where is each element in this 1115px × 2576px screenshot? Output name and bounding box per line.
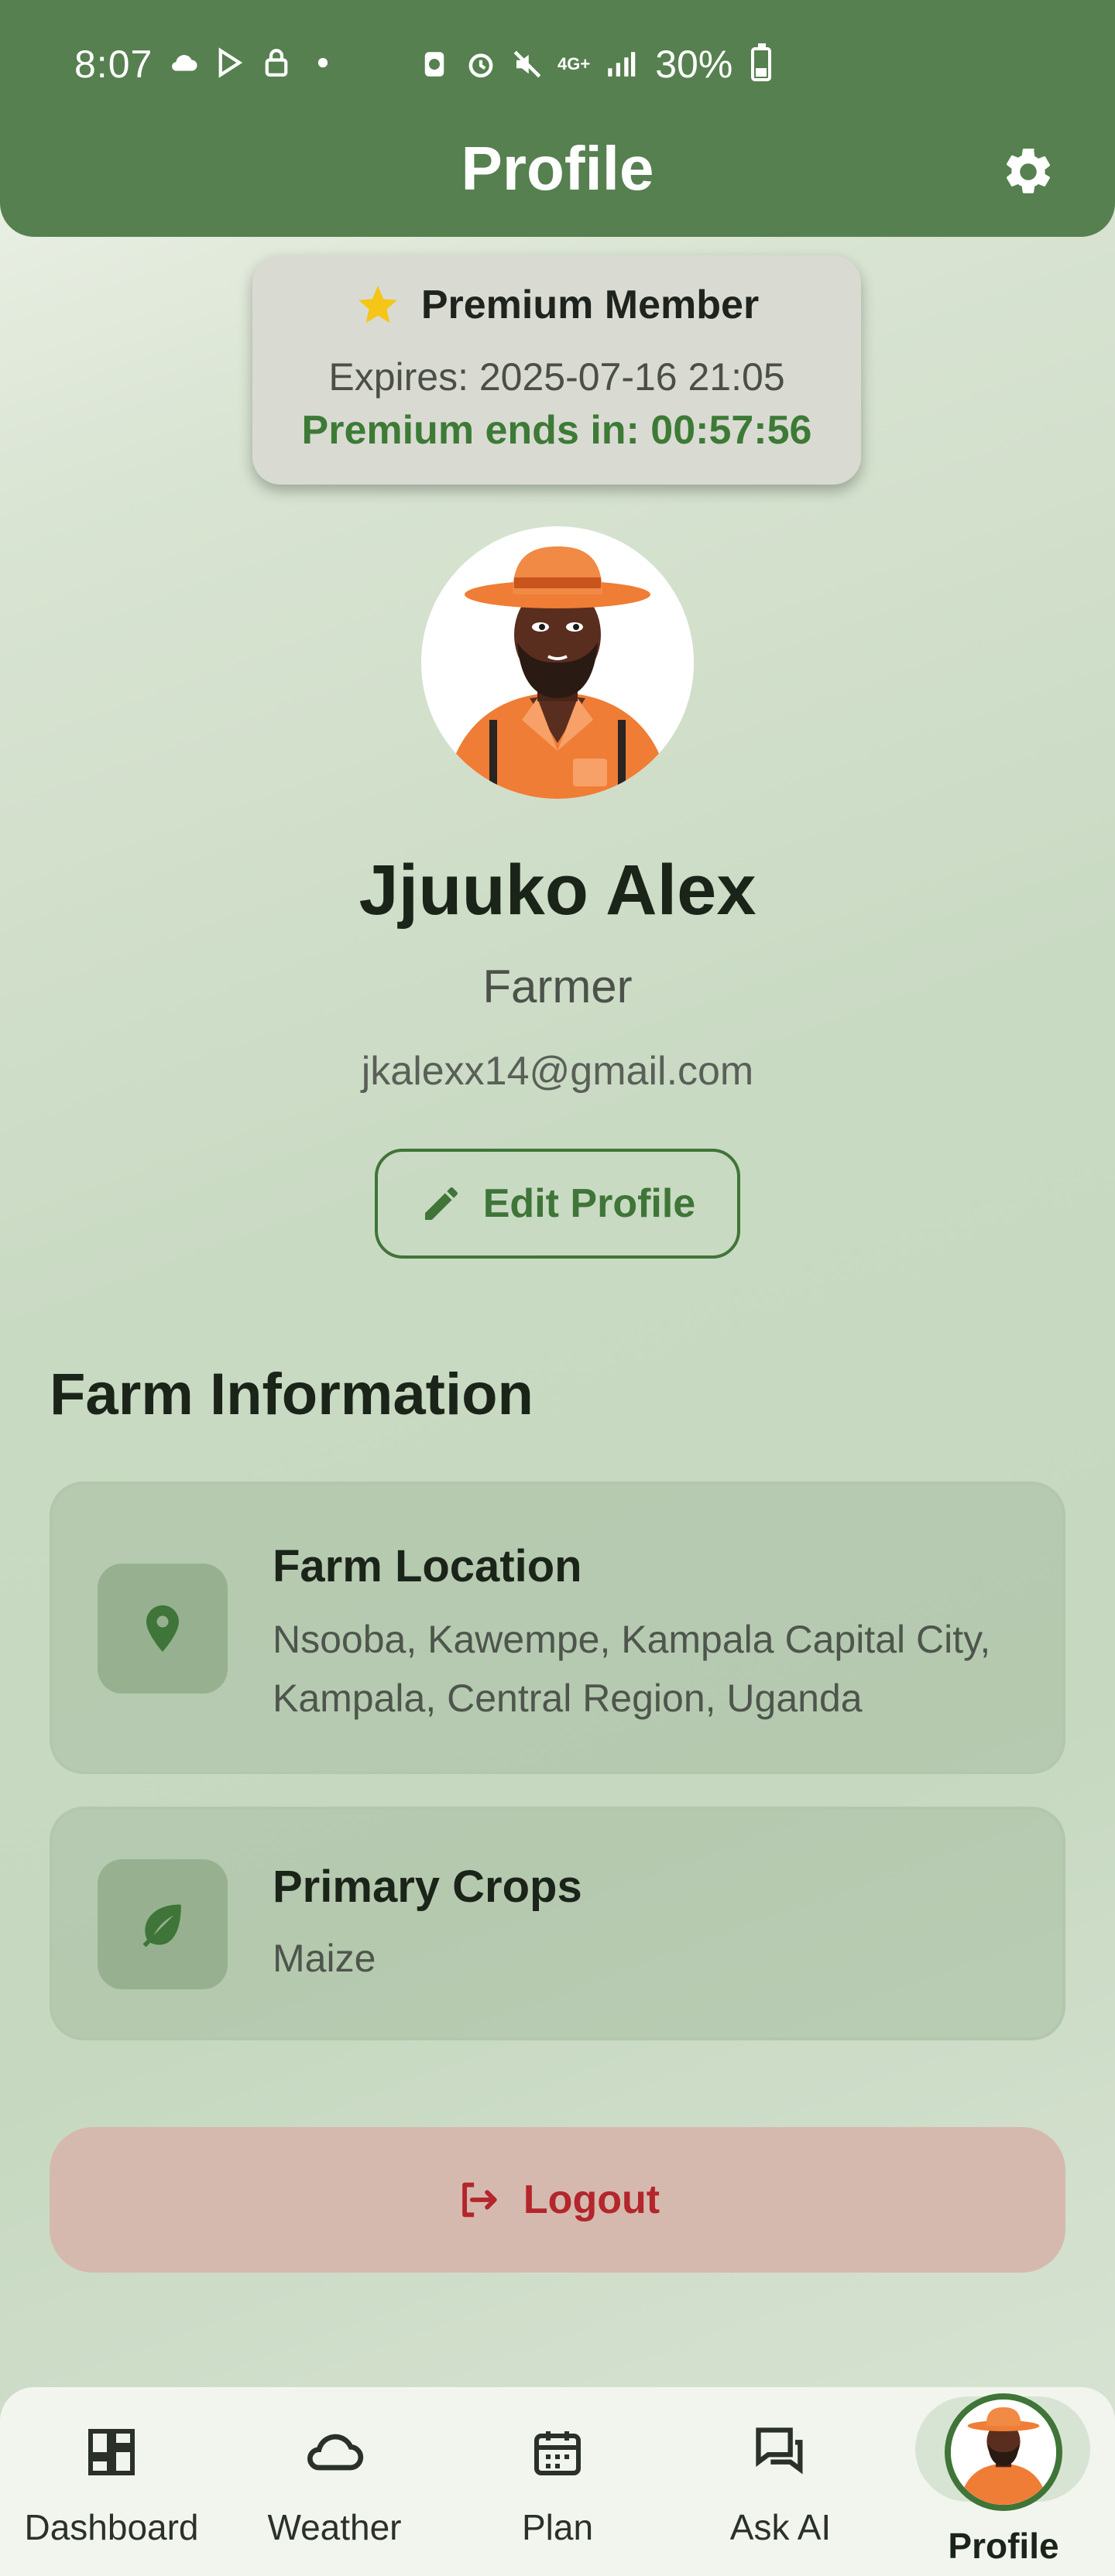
user-email: jkalexx14@gmail.com [361,1049,754,1094]
location-pin-icon [146,1605,179,1652]
star-icon [358,286,397,324]
nav-item-ask-ai[interactable]: Ask AI [669,2387,892,2576]
data-saver-icon [424,52,444,77]
status-right-icons: 4G+ 30% [418,42,772,87]
calendar-icon [527,2421,588,2483]
pencil-icon [424,1187,458,1220]
logout-label: Logout [523,2177,660,2222]
nav-item-plan[interactable]: Plan [446,2387,669,2576]
settings-button[interactable] [999,142,1058,201]
nav-label-ask-ai: Ask AI [729,2507,832,2547]
chat-icon [750,2421,811,2483]
status-bar: 8:07 4G+ 30% [0,0,1115,132]
location-icon-tile [98,1564,228,1694]
primary-crops-title: Primary Crops [273,1862,582,1912]
avatar [951,2400,1056,2505]
farm-location-card[interactable]: Farm Location Nsooba, Kawempe, Kampala C… [50,1482,1065,1774]
nav-item-profile[interactable] [945,2393,1062,2511]
cloud-icon [304,2421,365,2483]
premium-card: Premium Member Expires: 2025-07-16 21:05… [252,255,861,485]
farm-location-title: Farm Location [273,1541,582,1591]
user-name: Jjuuko Alex [359,851,756,930]
dashboard-icon [81,2421,142,2483]
nav-label-profile: Profile [948,2526,1059,2566]
play-store-icon [218,47,243,78]
signal-icon [608,52,636,77]
farm-information-heading: Farm Information [50,1362,533,1427]
profile-avatar[interactable] [421,526,694,799]
edit-profile-label: Edit Profile [482,1181,696,1226]
app-header: 8:07 4G+ 30% Profile [0,0,1115,237]
mute-icon [513,50,541,78]
farmer-avatar-illustration [421,526,694,799]
battery-percent: 30% [655,43,733,86]
status-time: 8:07 [74,43,153,86]
leaf-icon [142,1904,181,1947]
user-role: Farmer [482,961,633,1012]
nav-label-dashboard: Dashboard [24,2507,199,2547]
gear-icon [1006,148,1051,194]
nav-item-dashboard[interactable]: Dashboard [0,2387,223,2576]
primary-crops-card[interactable]: Primary Crops Maize [50,1807,1065,2040]
page-title: Profile [461,134,654,203]
crops-icon-tile [98,1859,228,1989]
battery-icon [751,43,772,81]
weather-notification-icon [172,54,197,71]
logout-button[interactable]: Logout [50,2127,1065,2273]
premium-title: Premium Member [420,283,760,327]
premium-countdown: Premium ends in: 00:57:56 [301,408,812,453]
primary-crops-value: Maize [273,1937,376,1980]
farm-location-value: Nsooba, Kawempe, Kampala Capital City, K… [273,1618,991,1720]
alarm-icon [468,53,493,78]
dot-icon [317,57,328,68]
lock-icon [265,49,288,77]
premium-expiry: Expires: 2025-07-16 21:05 [328,355,785,399]
logout-icon [462,2182,497,2218]
status-left-icons [167,46,339,79]
nav-item-weather[interactable]: Weather [223,2387,446,2576]
nav-label-plan: Plan [521,2507,594,2547]
edit-profile-button[interactable]: Edit Profile [375,1149,740,1259]
nav-label-weather: Weather [267,2507,402,2547]
network-type: 4G+ [558,54,591,74]
premium-header: Premium Member [252,282,861,328]
